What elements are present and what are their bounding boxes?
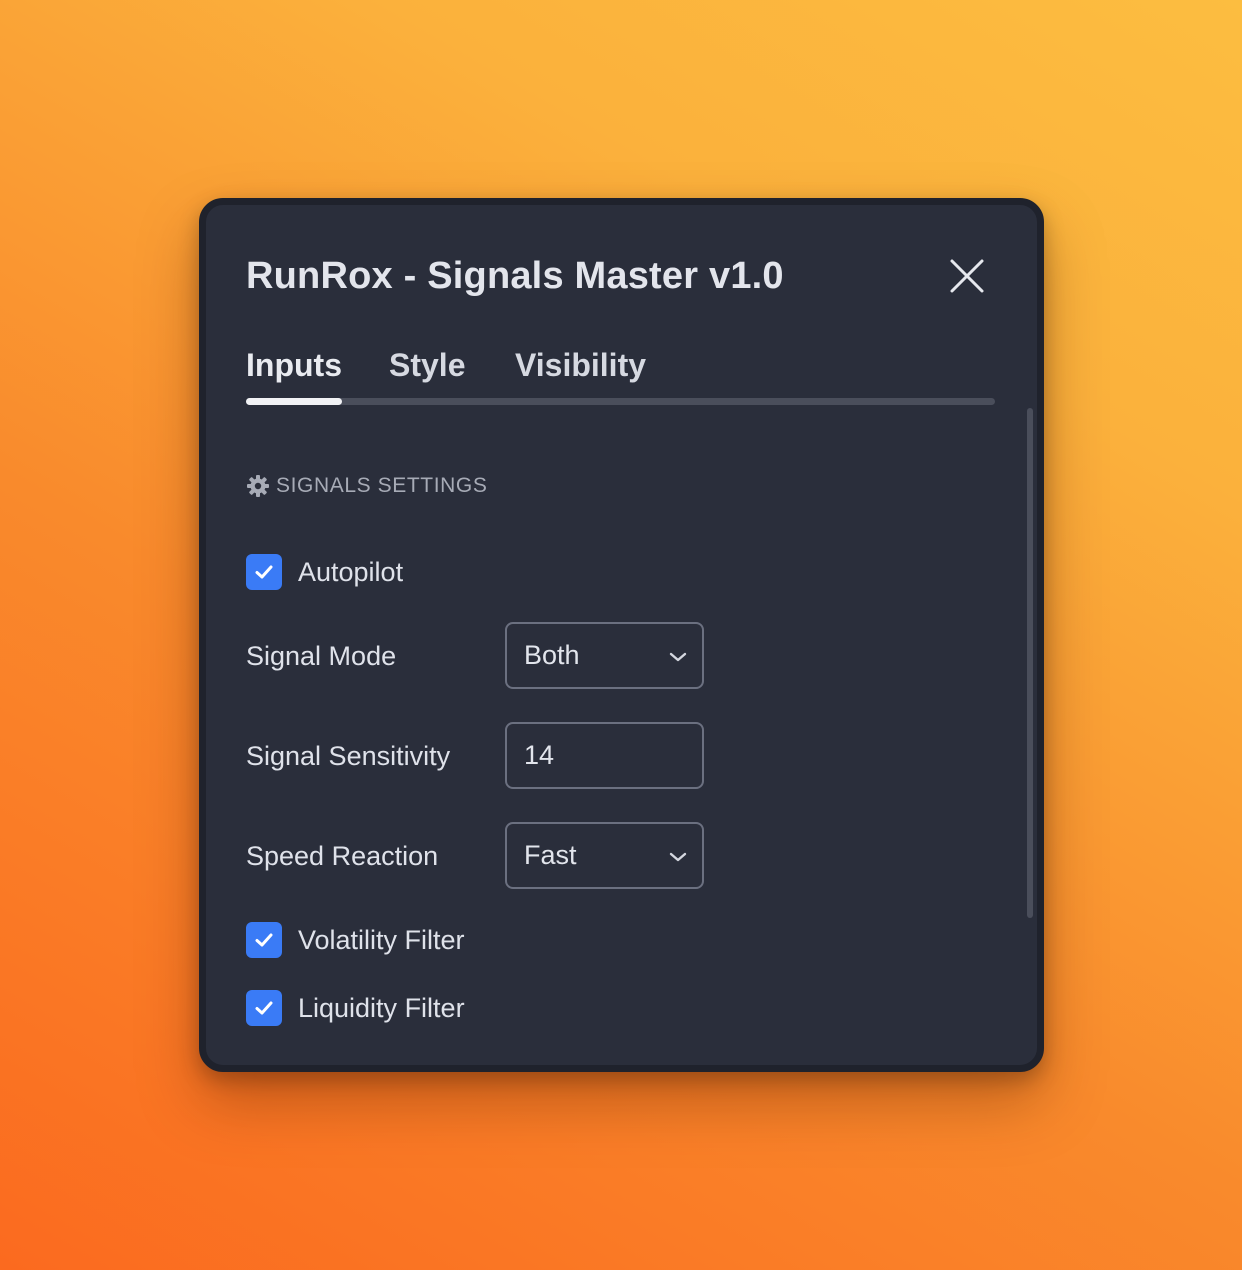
tab-track [246,398,995,405]
close-button[interactable] [947,256,987,296]
dialog-title: RunRox - Signals Master v1.0 [246,255,784,297]
liquidity-filter-checkbox-row[interactable]: Liquidity Filter [246,990,465,1026]
signal-mode-select[interactable]: Both [505,622,704,689]
speed-reaction-label: Speed Reaction [246,841,439,871]
volatility-filter-label: Volatility Filter [298,924,465,955]
volatility-filter-checkbox[interactable] [246,922,282,958]
signal-sensitivity-label: Signal Sensitivity [246,741,451,771]
signal-sensitivity-value: 14 [524,740,555,770]
section-header: SIGNALS SETTINGS [246,474,487,498]
speed-reaction-value: Fast [524,840,577,870]
signal-mode-label: Signal Mode [246,641,397,671]
gear-icon [247,475,269,497]
signal-mode-value: Both [524,640,580,670]
checkmark-icon [255,565,273,579]
speed-reaction-select[interactable]: Fast [505,822,704,889]
chevron-down-icon [669,652,687,662]
tab-style[interactable]: Style [389,347,465,384]
tab-visibility[interactable]: Visibility [515,347,646,384]
checkmark-icon [255,1001,273,1015]
close-icon [950,259,984,293]
tab-inputs[interactable]: Inputs [246,347,342,384]
volatility-filter-checkbox-row[interactable]: Volatility Filter [246,922,465,958]
chevron-down-icon [669,852,687,862]
liquidity-filter-checkbox[interactable] [246,990,282,1026]
autopilot-checkbox[interactable] [246,554,282,590]
liquidity-filter-label: Liquidity Filter [298,992,465,1023]
checkmark-icon [255,933,273,947]
settings-dialog: RunRox - Signals Master v1.0 Inputs Styl… [199,198,1044,1072]
active-tab-indicator [246,398,342,405]
autopilot-checkbox-row[interactable]: Autopilot [246,554,403,590]
autopilot-label: Autopilot [298,556,404,587]
scrollbar[interactable] [1027,408,1033,918]
signal-sensitivity-input[interactable]: 14 [505,722,704,789]
section-label: SIGNALS SETTINGS [276,474,488,497]
